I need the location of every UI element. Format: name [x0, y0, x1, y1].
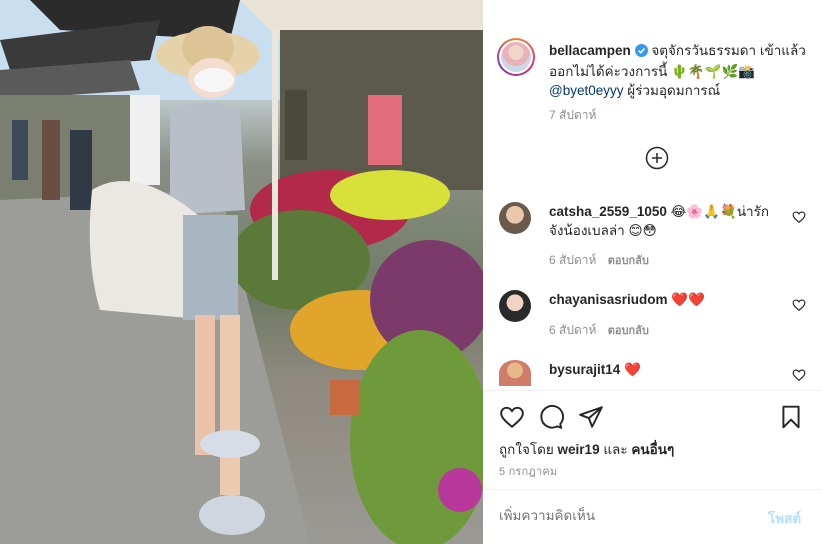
- author-avatar[interactable]: [497, 38, 535, 76]
- post-time[interactable]: 7 สัปดาห์: [549, 106, 596, 125]
- commenter-avatar[interactable]: [499, 202, 531, 234]
- verified-icon: [634, 43, 648, 62]
- likes-prefix: ถูกใจโดย: [499, 442, 554, 457]
- comment: chayanisasriudom ❤️❤️: [549, 290, 779, 309]
- comment-time: 6 สัปดาห์: [549, 253, 597, 267]
- reply-button[interactable]: ตอบกลับ: [608, 255, 649, 267]
- post-photo[interactable]: [0, 0, 483, 544]
- comment-text: ❤️❤️: [671, 292, 705, 307]
- post-caption: bellacampen จตุจักรวันธรรมดา เข้าแล้วออก…: [549, 41, 809, 100]
- caption-mention[interactable]: @byet0eyyy: [549, 83, 624, 98]
- likes-summary: ถูกใจโดย weir19 และ คนอื่นๆ: [499, 438, 674, 460]
- commenter-avatar[interactable]: [499, 360, 531, 386]
- bookmark-icon[interactable]: [778, 404, 804, 435]
- commenter-avatar[interactable]: [499, 290, 531, 322]
- comment-text: ❤️: [624, 362, 641, 377]
- comment-username[interactable]: bysurajit14: [549, 362, 620, 377]
- heart-icon[interactable]: [499, 404, 525, 435]
- likes-joiner: และ: [603, 442, 628, 457]
- comment-username[interactable]: catsha_2559_1050: [549, 204, 667, 219]
- comment-like-heart-icon[interactable]: [792, 368, 806, 382]
- reply-button[interactable]: ตอบกลับ: [608, 325, 649, 337]
- post-date[interactable]: 5 กรกฎาคม: [499, 462, 557, 480]
- comment-meta: 6 สัปดาห์ ตอบกลับ: [549, 321, 649, 340]
- market-scene-image: [0, 0, 483, 544]
- comment-time: 6 สัปดาห์: [549, 323, 597, 337]
- divider: [483, 489, 822, 490]
- add-circle-icon[interactable]: [645, 146, 669, 175]
- comment: catsha_2559_1050 😂🌸🙏💐น่ารักจังน้องเบลล่า…: [549, 202, 779, 240]
- comment: bysurajit14 ❤️: [549, 360, 779, 379]
- comment-icon[interactable]: [538, 404, 564, 435]
- caption-text-2: ผู้ร่วมอุดมการณ์: [623, 83, 721, 98]
- comment-meta: 6 สัปดาห์ ตอบกลับ: [549, 251, 649, 270]
- comment-like-heart-icon[interactable]: [792, 298, 806, 312]
- comment-input[interactable]: [499, 500, 749, 530]
- author-username[interactable]: bellacampen: [549, 43, 631, 58]
- likes-user[interactable]: weir19: [558, 442, 600, 457]
- share-icon[interactable]: [578, 404, 604, 435]
- comment-username[interactable]: chayanisasriudom: [549, 292, 668, 307]
- post-comment-button[interactable]: โพสต์: [768, 507, 801, 529]
- comment-like-heart-icon[interactable]: [792, 210, 806, 224]
- likes-others[interactable]: คนอื่นๆ: [631, 442, 674, 457]
- post-details-panel: bellacampen จตุจักรวันธรรมดา เข้าแล้วออก…: [483, 0, 822, 544]
- divider: [483, 390, 822, 391]
